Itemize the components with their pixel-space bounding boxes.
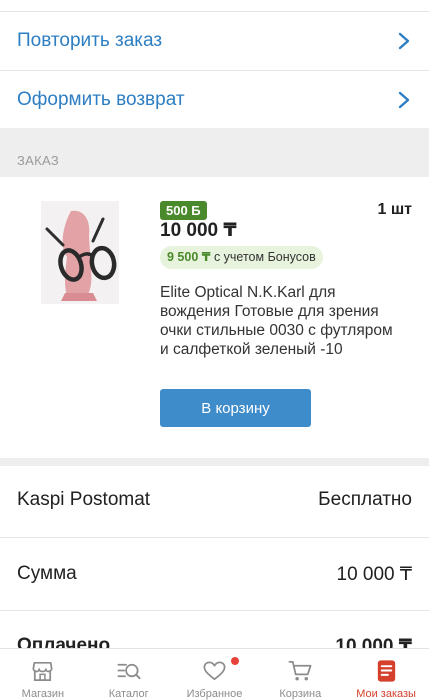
glasses-photo [41,201,119,304]
tab-favorites-label: Избранное [186,688,243,700]
product-price: 10 000 ₸ [160,220,237,241]
bottom-tab-bar: Магазин Каталог Избранное Корзина Мои за… [0,648,429,700]
tab-my-orders[interactable]: Мои заказы [343,649,429,700]
delivery-label: Kaspi Postomat [17,489,151,510]
tab-favorites[interactable]: Избранное [172,649,258,700]
repeat-order-label: Повторить заказ [17,30,163,51]
bonus-price-pill: 9 500 ₸ с учетом Бонусов [160,246,323,269]
notification-dot [230,657,239,665]
chevron-right-icon [398,32,410,50]
order-section-header: ЗАКАЗ [0,128,429,177]
bonus-badge: 500 Б [160,201,207,220]
tab-catalog[interactable]: Каталог [86,649,172,700]
make-return-row[interactable]: Оформить возврат [0,71,429,129]
tab-cart-label: Корзина [279,688,322,700]
tab-my-orders-label: Мои заказы [356,688,416,700]
order-product-card: 500 Б 1 шт 10 000 ₸ 9 500 ₸ с учетом Бон… [0,177,429,458]
sum-row: Сумма 10 000 ₸ [0,538,429,610]
store-icon [32,661,53,682]
sum-label: Сумма [17,563,77,584]
cart-icon [288,660,312,681]
orders-icon [377,660,395,682]
delivery-value: Бесплатно [318,489,412,510]
tab-store[interactable]: Магазин [0,649,86,700]
catalog-search-icon [117,663,141,680]
repeat-order-row[interactable]: Повторить заказ [0,12,429,70]
product-image[interactable] [41,201,119,304]
section-title: ЗАКАЗ [17,153,59,168]
tab-catalog-label: Каталог [108,688,149,700]
product-quantity: 1 шт [377,201,412,218]
delivery-row: Kaspi Postomat Бесплатно [0,464,429,536]
tab-store-label: Магазин [21,688,65,700]
tab-cart[interactable]: Корзина [257,649,343,700]
sum-value: 10 000 ₸ [336,563,412,585]
add-to-cart-button[interactable]: В корзину [160,389,311,427]
bonus-price-amount: 9 500 ₸ [167,250,211,264]
heart-icon [203,661,226,681]
product-name[interactable]: Elite Optical N.K.Karl для вождения Гото… [160,283,396,359]
make-return-label: Оформить возврат [17,89,185,110]
bonus-price-note: с учетом Бонусов [213,250,316,264]
chevron-right-icon [398,91,410,109]
